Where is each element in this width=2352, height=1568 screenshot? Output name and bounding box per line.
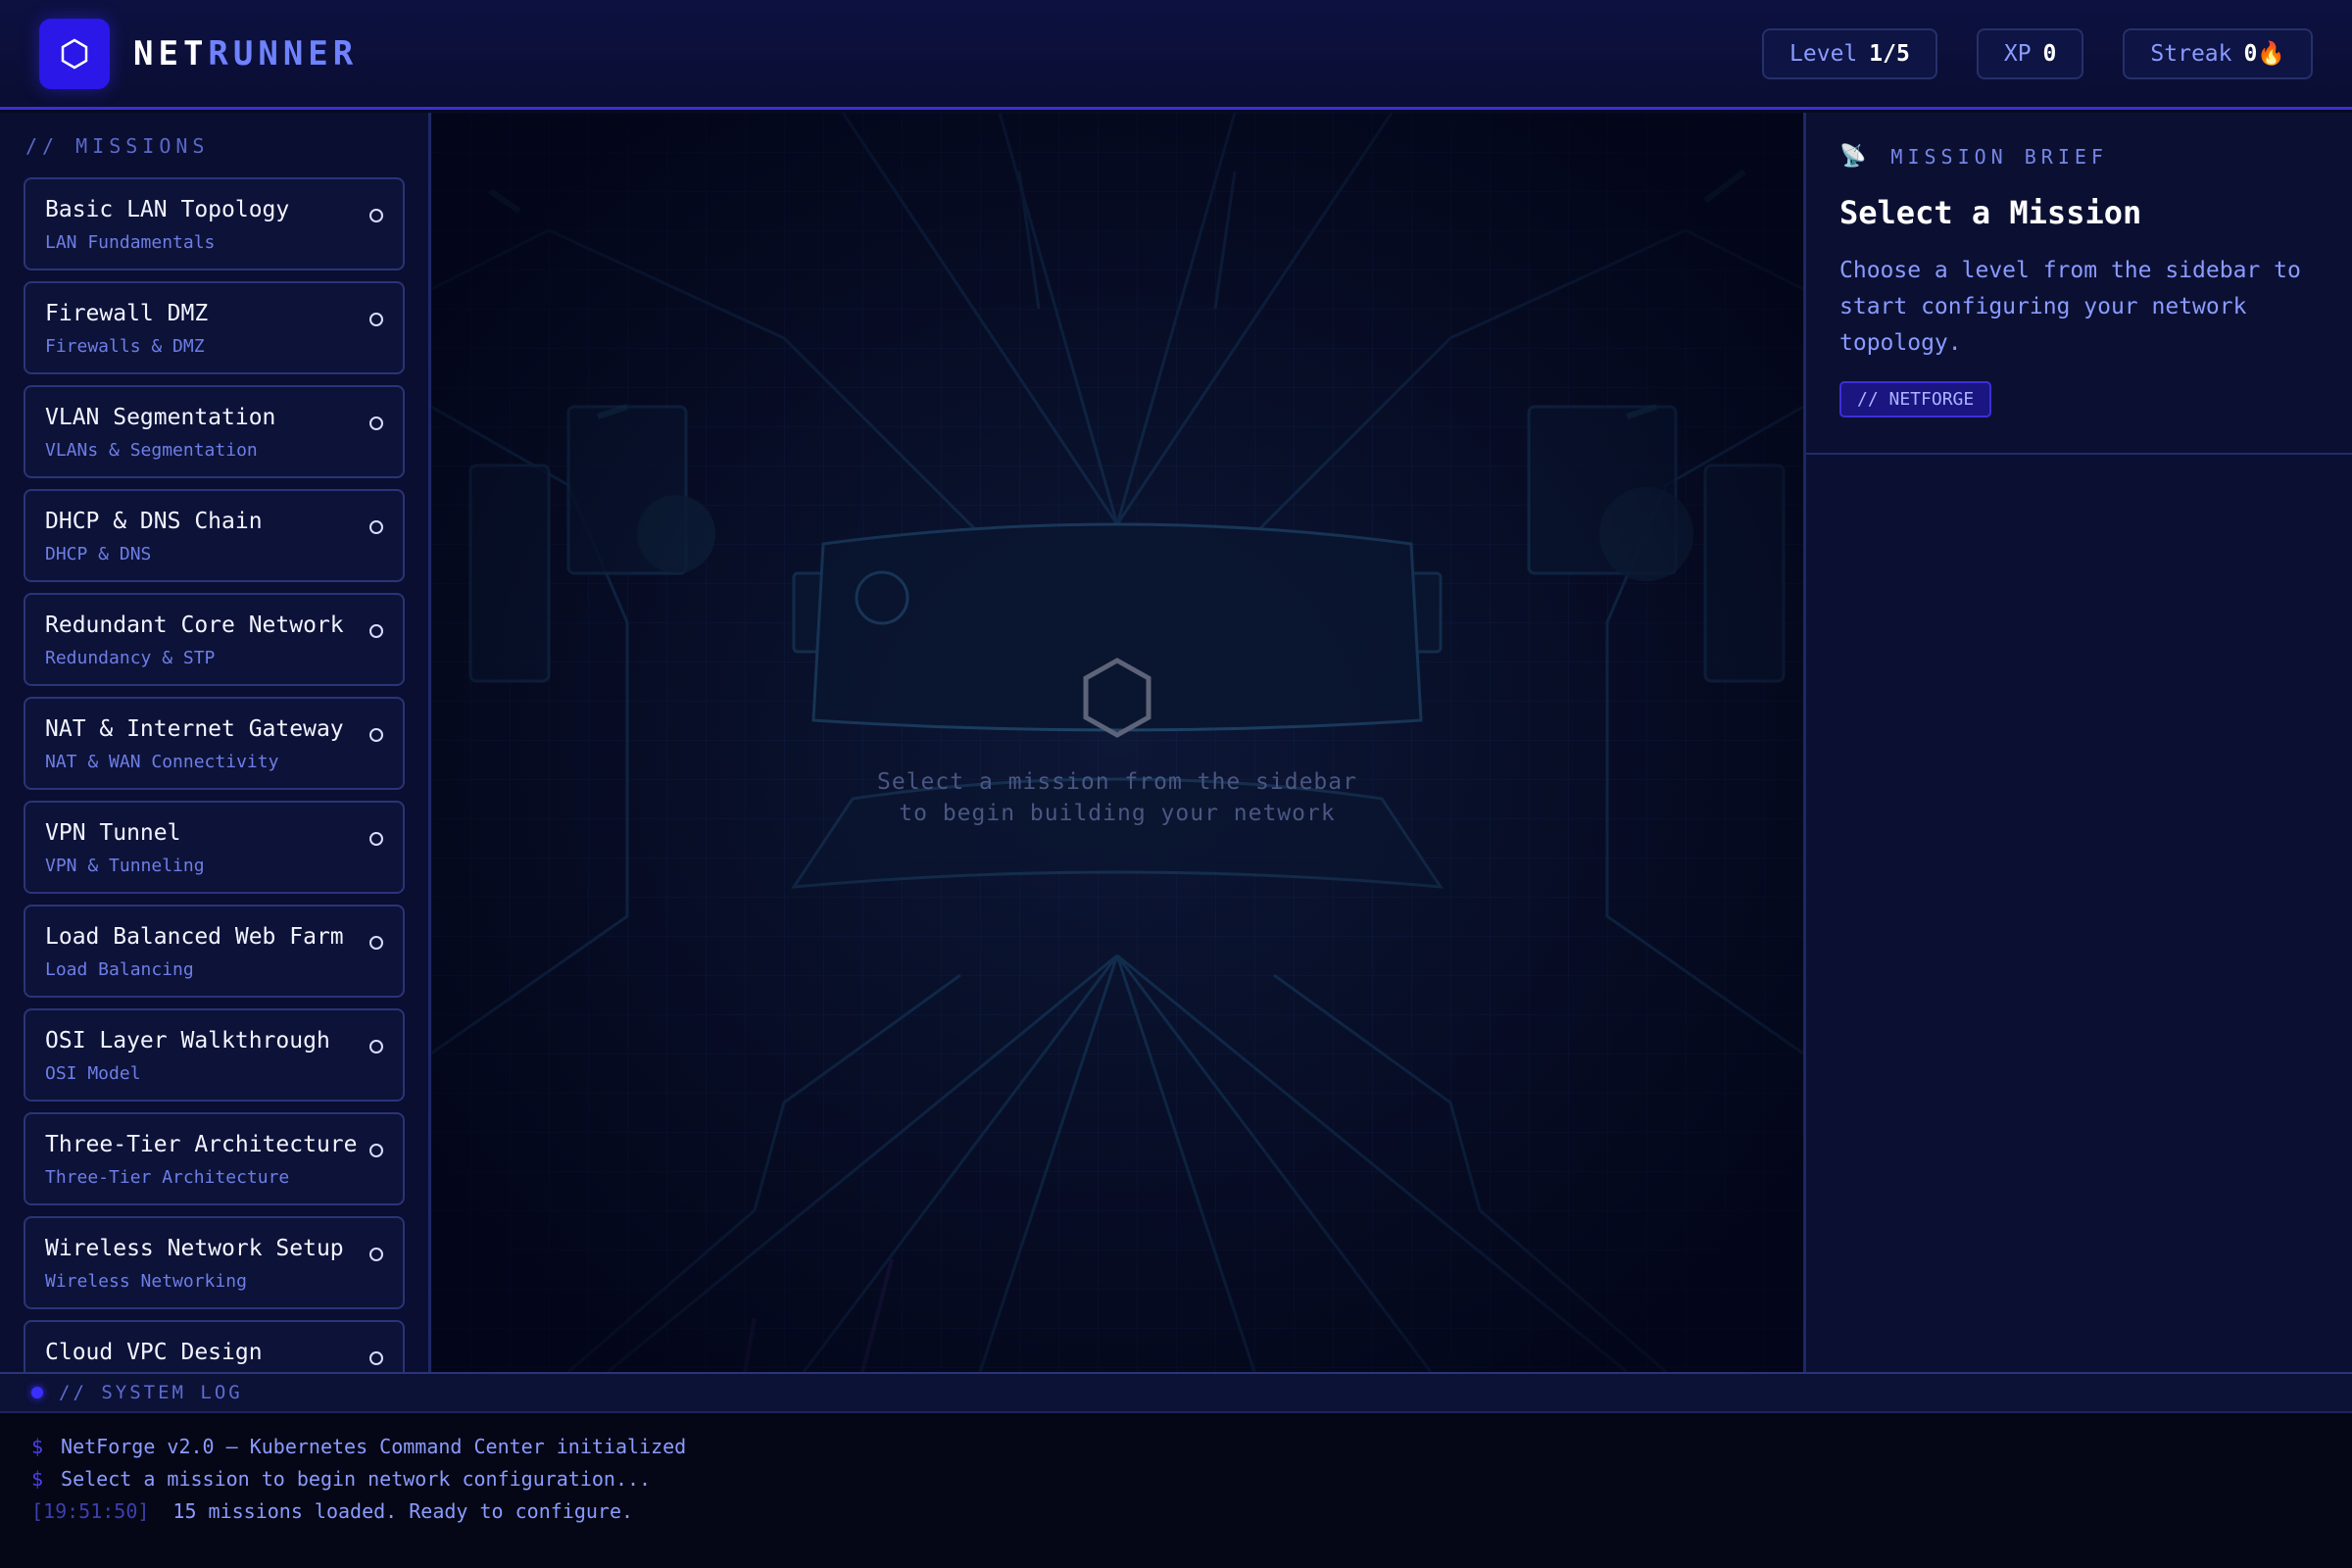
mission-name: OSI Layer Walkthrough [45,1028,330,1054]
status-circle-icon [369,1040,383,1054]
system-log-heading: // SYSTEM LOG [59,1382,243,1403]
status-circle-icon [369,624,383,638]
log-text: 15 missions loaded. Ready to configure. [172,1499,634,1523]
satellite-dish-icon: 📡 [1839,144,1872,169]
netforge-tag: // NETFORGE [1839,381,1992,417]
mission-item[interactable]: Three-Tier Architecture Three-Tier Archit… [24,1112,405,1205]
log-line: [19:51:50] 15 missions loaded. Ready to c… [31,1495,2321,1528]
status-circle-icon [369,313,383,326]
app-title-part2: RUNNER [208,33,359,74]
log-lines: $ NetForge v2.0 — Kubernetes Command Cent… [0,1413,2352,1545]
mission-category: OSI Model [45,1063,141,1084]
app-title-part1: NET [133,33,209,74]
empty-state-line1: Select a mission from the sidebar [877,769,1357,795]
status-circle-icon [369,728,383,742]
mission-name: VLAN Segmentation [45,405,276,430]
status-circle-icon [369,1351,383,1365]
mission-category: VPN & Tunneling [45,856,205,876]
stats-bar: Level 1/5 XP 0 Streak 0🔥 [1762,27,2313,79]
mission-item[interactable]: VPN Tunnel VPN & Tunneling [24,801,405,894]
level-value: 1/5 [1869,40,1910,67]
status-led-icon [31,1387,43,1398]
log-text: Select a mission to begin network config… [61,1467,652,1491]
missions-heading: // MISSIONS [25,134,210,158]
mission-item[interactable]: Basic LAN Topology LAN Fundamentals [24,177,405,270]
mission-name: DHCP & DNS Chain [45,509,263,534]
mission-name: VPN Tunnel [45,820,181,846]
app-title: NETRUNNER [133,34,358,74]
xp-label: XP [2003,40,2032,67]
hexagon-icon [61,38,88,69]
mission-item[interactable]: Load Balanced Web Farm Load Balancing [24,905,405,998]
mission-item[interactable]: Redundant Core Network Redundancy & STP [24,593,405,686]
status-circle-icon [369,1144,383,1157]
mission-brief: 📡 MISSION BRIEF Select a Mission Choose … [1806,113,2352,455]
hexagon-logo-icon [39,18,110,89]
mission-name: Cloud VPC Design [45,1340,263,1365]
log-line: $ Select a mission to begin network confi… [31,1463,2321,1495]
system-log-header: // SYSTEM LOG [0,1374,2352,1413]
mission-category: DHCP & DNS [45,544,152,564]
mission-category: NAT & WAN Connectivity [45,752,279,772]
mission-name: Basic LAN Topology [45,197,290,222]
mission-item[interactable]: Firewall DMZ Firewalls & DMZ [24,281,405,374]
status-circle-icon [369,1248,383,1261]
level-label: Level [1789,40,1858,67]
hexagon-placeholder-icon [1083,658,1152,738]
brief-heading: 📡 MISSION BRIEF [1839,144,2321,169]
brief-title: Select a Mission [1839,194,2142,231]
mission-name: NAT & Internet Gateway [45,716,344,742]
streak-stat: Streak 0🔥 [2123,27,2313,79]
mission-category: Wireless Networking [45,1271,247,1292]
xp-stat: XP 0 [1976,27,2084,79]
status-circle-icon [369,209,383,222]
streak-value: 0🔥 [2243,41,2286,67]
empty-state: Select a mission from the sidebar to beg… [431,657,1803,829]
system-log: // SYSTEM LOG $ NetForge v2.0 — Kubernete… [0,1372,2352,1568]
empty-state-message: Select a mission from the sidebar to beg… [431,766,1803,829]
mission-brief-panel: 📡 MISSION BRIEF Select a Mission Choose … [1803,113,2352,1372]
mission-category: Three-Tier Architecture [45,1167,290,1188]
mission-item[interactable]: OSI Layer Walkthrough OSI Model [24,1008,405,1102]
mission-category: VLANs & Segmentation [45,440,258,461]
xp-value: 0 [2042,40,2057,67]
status-circle-icon [369,832,383,846]
status-circle-icon [369,936,383,950]
log-prompt: $ [31,1435,44,1458]
mission-item[interactable]: Cloud VPC Design [24,1320,405,1372]
mission-name: Firewall DMZ [45,301,209,326]
top-header: NETRUNNER Level 1/5 XP 0 Streak 0🔥 [0,0,2352,110]
missions-sidebar[interactable]: // MISSIONS Basic LAN Topology LAN Fundam… [0,113,431,1372]
mission-name: Wireless Network Setup [45,1236,344,1261]
mission-category: Redundancy & STP [45,648,216,668]
network-canvas[interactable]: Select a mission from the sidebar to beg… [431,113,1803,1372]
mission-item[interactable]: VLAN Segmentation VLANs & Segmentation [24,385,405,478]
brief-description: Choose a level from the sidebar to start… [1839,258,2301,356]
mission-category: Firewalls & DMZ [45,336,205,357]
mission-name: Load Balanced Web Farm [45,924,344,950]
log-timestamp: [19:51:50] [31,1499,150,1523]
brief-heading-label: MISSION BRIEF [1890,144,2108,169]
status-circle-icon [369,520,383,534]
log-text: NetForge v2.0 — Kubernetes Command Cente… [61,1435,687,1458]
mission-item[interactable]: DHCP & DNS Chain DHCP & DNS [24,489,405,582]
mission-list: Basic LAN Topology LAN Fundamentals Firewa… [24,177,405,1372]
streak-label: Streak [2150,40,2232,67]
log-line: $ NetForge v2.0 — Kubernetes Command Cent… [31,1431,2321,1463]
mission-name: Three-Tier Architecture [45,1132,358,1157]
empty-state-line2: to begin building your network [899,801,1336,826]
status-circle-icon [369,416,383,430]
log-prompt: $ [31,1467,44,1491]
mission-name: Redundant Core Network [45,612,344,638]
mission-item[interactable]: NAT & Internet Gateway NAT & WAN Connecti… [24,697,405,790]
level-stat: Level 1/5 [1762,27,1937,79]
mission-category: LAN Fundamentals [45,232,216,253]
mission-item[interactable]: Wireless Network Setup Wireless Networkin… [24,1216,405,1309]
mission-category: Load Balancing [45,959,194,980]
